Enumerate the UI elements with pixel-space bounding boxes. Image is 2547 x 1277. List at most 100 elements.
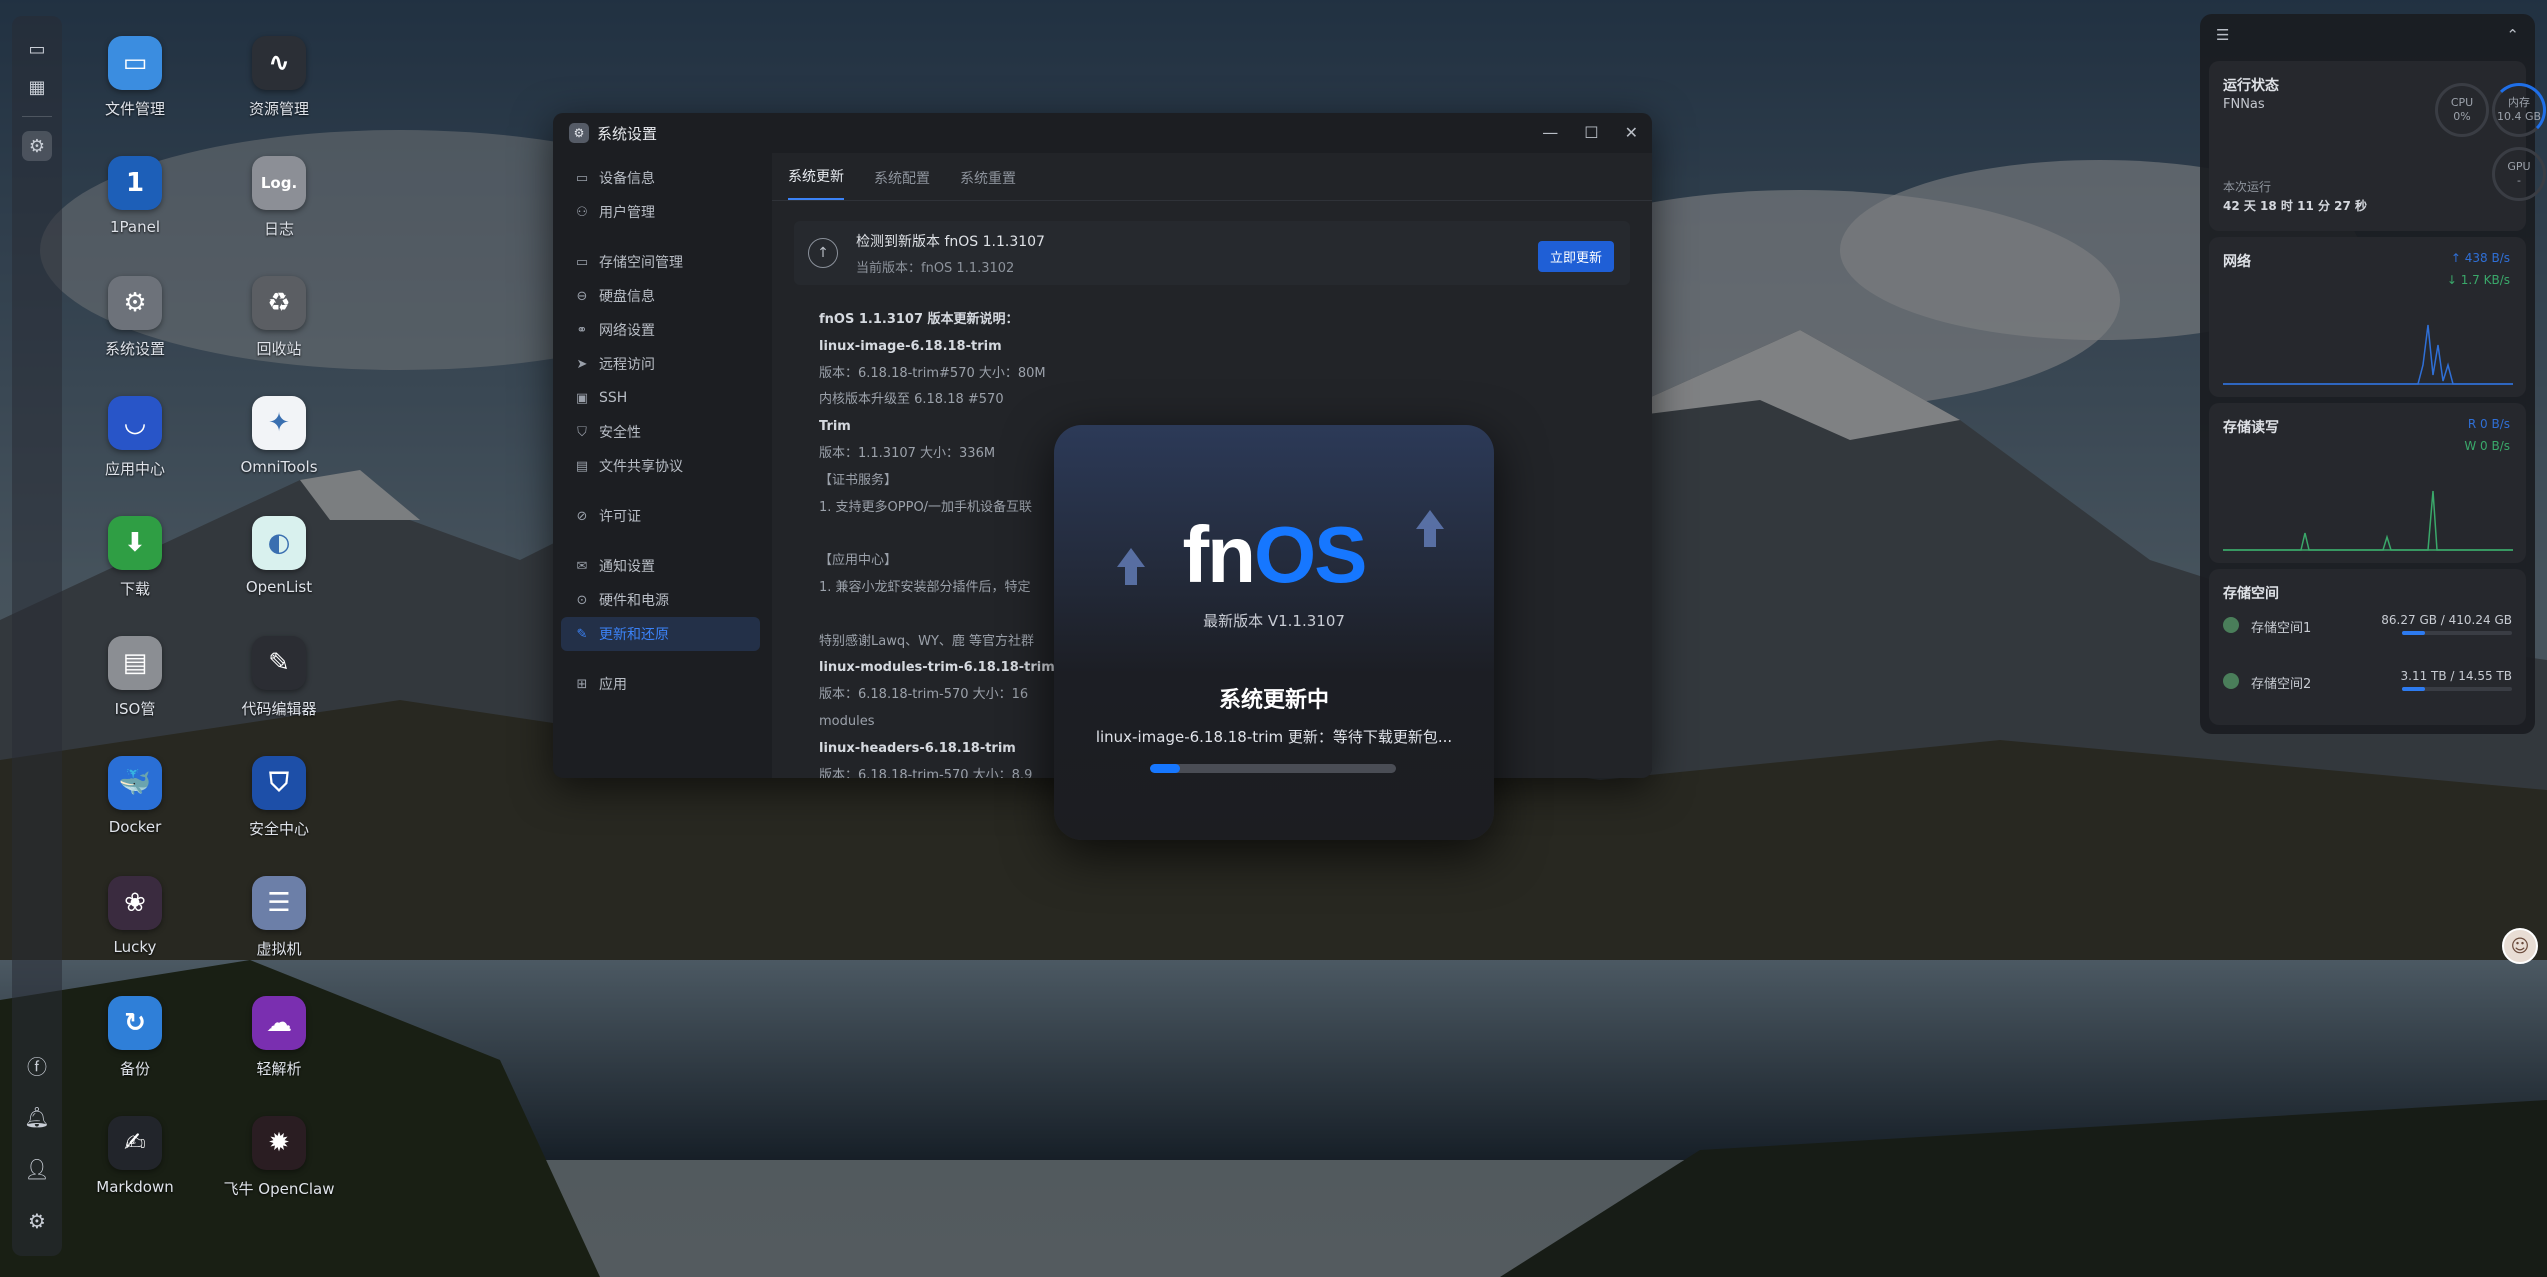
desktop-app-icon[interactable]: ✎ 代码编辑器 [219,636,339,719]
desktop-app-icon[interactable]: ⬇ 下载 [75,516,195,599]
current-version-text: 当前版本：fnOS 1.1.3102 [856,260,1015,276]
decorative-arrows [1117,510,1444,585]
update-available-card: ↑ 检测到新版本 fnOS 1.1.3107 当前版本：fnOS 1.1.310… [794,221,1630,285]
desktop-app-icon[interactable]: ▤ ISO管 [75,636,195,719]
desktop-app-icon[interactable]: 🐳 Docker [75,756,195,836]
disk-io-title: 存储读写 [2223,420,2279,436]
desktop-icon[interactable]: ▭ [22,34,52,64]
sidebar-item-label: 更新和还原 [599,627,669,643]
desktop-app-icon[interactable]: ⚙ 系统设置 [75,276,195,359]
sidebar-item-icon: ✉ [576,558,588,574]
gear-icon[interactable]: ⚙ [22,1206,52,1236]
storage-volume-row[interactable]: 存储空间2 3.11 TB / 14.55 TB [2223,669,2512,699]
release-note-line: 版本：6.18.18-trim#570 大小：80M [819,365,1046,381]
desktop-app-icon[interactable]: ⛉ 安全中心 [219,756,339,839]
app-icon: ✦ [252,396,306,450]
app-icon: ⚙ [108,276,162,330]
disk-icon [2223,617,2239,633]
sidebar-item-label: 许可证 [599,509,641,525]
status-title: 运行状态 [2223,78,2279,94]
bell-icon[interactable]: 🔔︎ [22,1102,52,1132]
app-label: 资源管理 [248,100,309,118]
desktop-app-icon[interactable]: 1 1Panel [75,156,195,236]
sidebar-item[interactable]: ▭ 设备信息 [561,161,760,195]
sidebar-item-icon: ⛉ [577,424,587,440]
storage-volume-row[interactable]: 存储空间1 86.27 GB / 410.24 GB [2223,613,2512,643]
desktop-app-icon[interactable]: ☁ 轻解析 [219,996,339,1079]
app-icon: ▤ [108,636,162,690]
window-title: 系统设置 [597,124,658,143]
sidebar-item[interactable]: ⚇ 用户管理 [561,195,760,229]
sidebar-item-icon: ⊖ [576,288,588,304]
desktop-app-icon[interactable]: ☰ 虚拟机 [219,876,339,959]
app-grid-icon[interactable]: ▦ [22,72,52,102]
sidebar-item-icon: ⊙ [576,592,588,608]
tab-system-config[interactable]: 系统配置 [874,168,930,200]
volume-name: 存储空间1 [2251,621,2312,636]
tab-system-reset[interactable]: 系统重置 [960,168,1016,200]
sidebar-item[interactable]: ⊖ 硬盘信息 [561,279,760,313]
window-titlebar[interactable]: ⚙ 系统设置 [553,113,1652,153]
sidebar-item[interactable]: ▭ 存储空间管理 [561,245,760,279]
app-label: Docker [108,818,162,836]
sidebar-item-label: 存储空间管理 [599,255,683,271]
sidebar-item[interactable]: ▣ SSH [561,381,760,415]
sidebar-item-icon: ⚇ [576,204,588,220]
sidebar-item-label: 应用 [599,677,627,693]
app-label: 安全中心 [248,820,309,838]
desktop-app-icon[interactable]: ✦ OmniTools [219,396,339,476]
desktop-app-icon[interactable]: ❀ Lucky [75,876,195,956]
sidebar-item[interactable]: ✎ 更新和还原 [561,617,760,651]
app-label: 系统设置 [104,340,165,358]
sidebar-item[interactable]: ✉ 通知设置 [561,549,760,583]
maximize-button[interactable]: ☐ [1584,123,1598,142]
tab-system-update[interactable]: 系统更新 [788,166,844,200]
user-icon[interactable]: 👤︎ [22,1154,52,1184]
desktop-app-icon[interactable]: ◡ 应用中心 [75,396,195,479]
desktop-app-icon[interactable]: Log. 日志 [219,156,339,239]
disk-read-rate: R 0 B/s [2467,417,2510,431]
sidebar-item[interactable]: ▤ 文件共享协议 [561,449,760,483]
fnos-logo: fnOS [1182,510,1367,599]
app-icon: ⛉ [252,756,306,810]
fn-icon[interactable]: ⓕ [22,1050,52,1080]
settings-app-icon[interactable]: ⚙ [22,131,52,161]
app-label: OpenList [245,578,313,596]
desktop-app-icon[interactable]: ◐ OpenList [219,516,339,596]
close-button[interactable]: ✕ [1625,123,1638,142]
sidebar-item-label: 安全性 [599,425,641,441]
uptime-label: 本次运行 [2223,180,2272,194]
memory-ring: 内存 10.4 GB [2492,83,2546,137]
desktop-app-icon[interactable]: ✍ Markdown [75,1116,195,1196]
app-icon: 🐳 [108,756,162,810]
desktop-app-icon[interactable]: ▭ 文件管理 [75,36,195,119]
sidebar-item[interactable]: ⊙ 硬件和电源 [561,583,760,617]
assistant-avatar[interactable]: ☺ [2502,928,2538,964]
app-label: 回收站 [256,340,302,358]
desktop-app-icon[interactable]: ♻ 回收站 [219,276,339,359]
sidebar-item[interactable]: ⚭ 网络设置 [561,313,760,347]
sidebar-item[interactable]: ⛉ 安全性 [561,415,760,449]
desktop-app-icon[interactable]: ∿ 资源管理 [219,36,339,119]
app-label: 1Panel [109,218,160,236]
progress-fill [1150,764,1180,773]
sidebar-item[interactable]: ➤ 远程访问 [561,347,760,381]
app-label: 应用中心 [104,460,165,478]
sidebar-item-label: 硬件和电源 [599,593,669,609]
sidebar-item-label: SSH [599,390,628,406]
app-label: ISO管 [114,700,156,718]
desktop-app-icon[interactable]: ✹ 飞牛 OpenClaw [219,1116,339,1199]
collapse-icon[interactable]: ⌃ [2506,26,2519,44]
update-now-button[interactable]: 立即更新 [1537,241,1614,272]
app-icon: ▭ [108,36,162,90]
network-title: 网络 [2223,254,2251,270]
app-icon: ✎ [252,636,306,690]
sidebar-item[interactable]: ⊞ 应用 [561,667,760,701]
minimize-button[interactable]: — [1542,123,1558,142]
update-progress-modal: fnOS 最新版本 V1.1.3107 系统更新中 linux-image-6.… [1054,425,1494,840]
app-icon: ☁ [252,996,306,1050]
widget-menu-icon[interactable]: ☰ [2216,26,2229,44]
sidebar-item[interactable]: ⊘ 许可证 [561,499,760,533]
desktop-app-icon[interactable]: ↻ 备份 [75,996,195,1079]
settings-tabs: 系统更新 系统配置 系统重置 [772,153,1652,201]
